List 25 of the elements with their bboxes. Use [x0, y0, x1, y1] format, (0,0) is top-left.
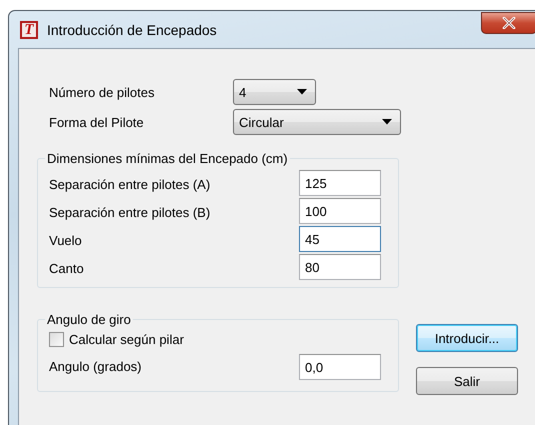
input-field[interactable]: 80 — [299, 254, 381, 280]
field-label: Forma del Pilote — [49, 114, 145, 130]
dialog-button[interactable]: Salir — [416, 367, 518, 395]
field-label: Número de pilotes — [49, 84, 156, 100]
field-label: Angulo (grados) — [49, 359, 142, 374]
checkbox-label[interactable]: Calcular según pilar — [69, 332, 184, 347]
app-icon: T — [20, 20, 38, 38]
input-field[interactable]: 125 — [299, 170, 381, 196]
window-title: Introducción de Encepados — [47, 22, 217, 38]
field-label: Separación entre pilotes (B) — [49, 204, 210, 220]
field-label: Canto — [49, 260, 84, 276]
group-title: Dimensiones mínimas del Encepado (cm) — [46, 151, 289, 166]
caret-icon — [382, 119, 392, 125]
group-title: Angulo de giro — [46, 312, 132, 327]
field-label: Separación entre pilotes (A) — [49, 176, 210, 192]
close-icon[interactable] — [481, 12, 535, 34]
input-field[interactable]: 45 — [299, 226, 381, 252]
dialog-button[interactable]: Introducir... — [416, 324, 518, 352]
field-label: Vuelo — [49, 232, 82, 248]
dropdown[interactable]: 4 — [233, 79, 316, 105]
caret-icon — [297, 89, 307, 95]
checkbox[interactable] — [49, 332, 64, 347]
dropdown[interactable]: Circular — [233, 109, 401, 135]
input-field[interactable]: 100 — [299, 198, 381, 224]
input-field[interactable]: 0,0 — [299, 354, 381, 380]
